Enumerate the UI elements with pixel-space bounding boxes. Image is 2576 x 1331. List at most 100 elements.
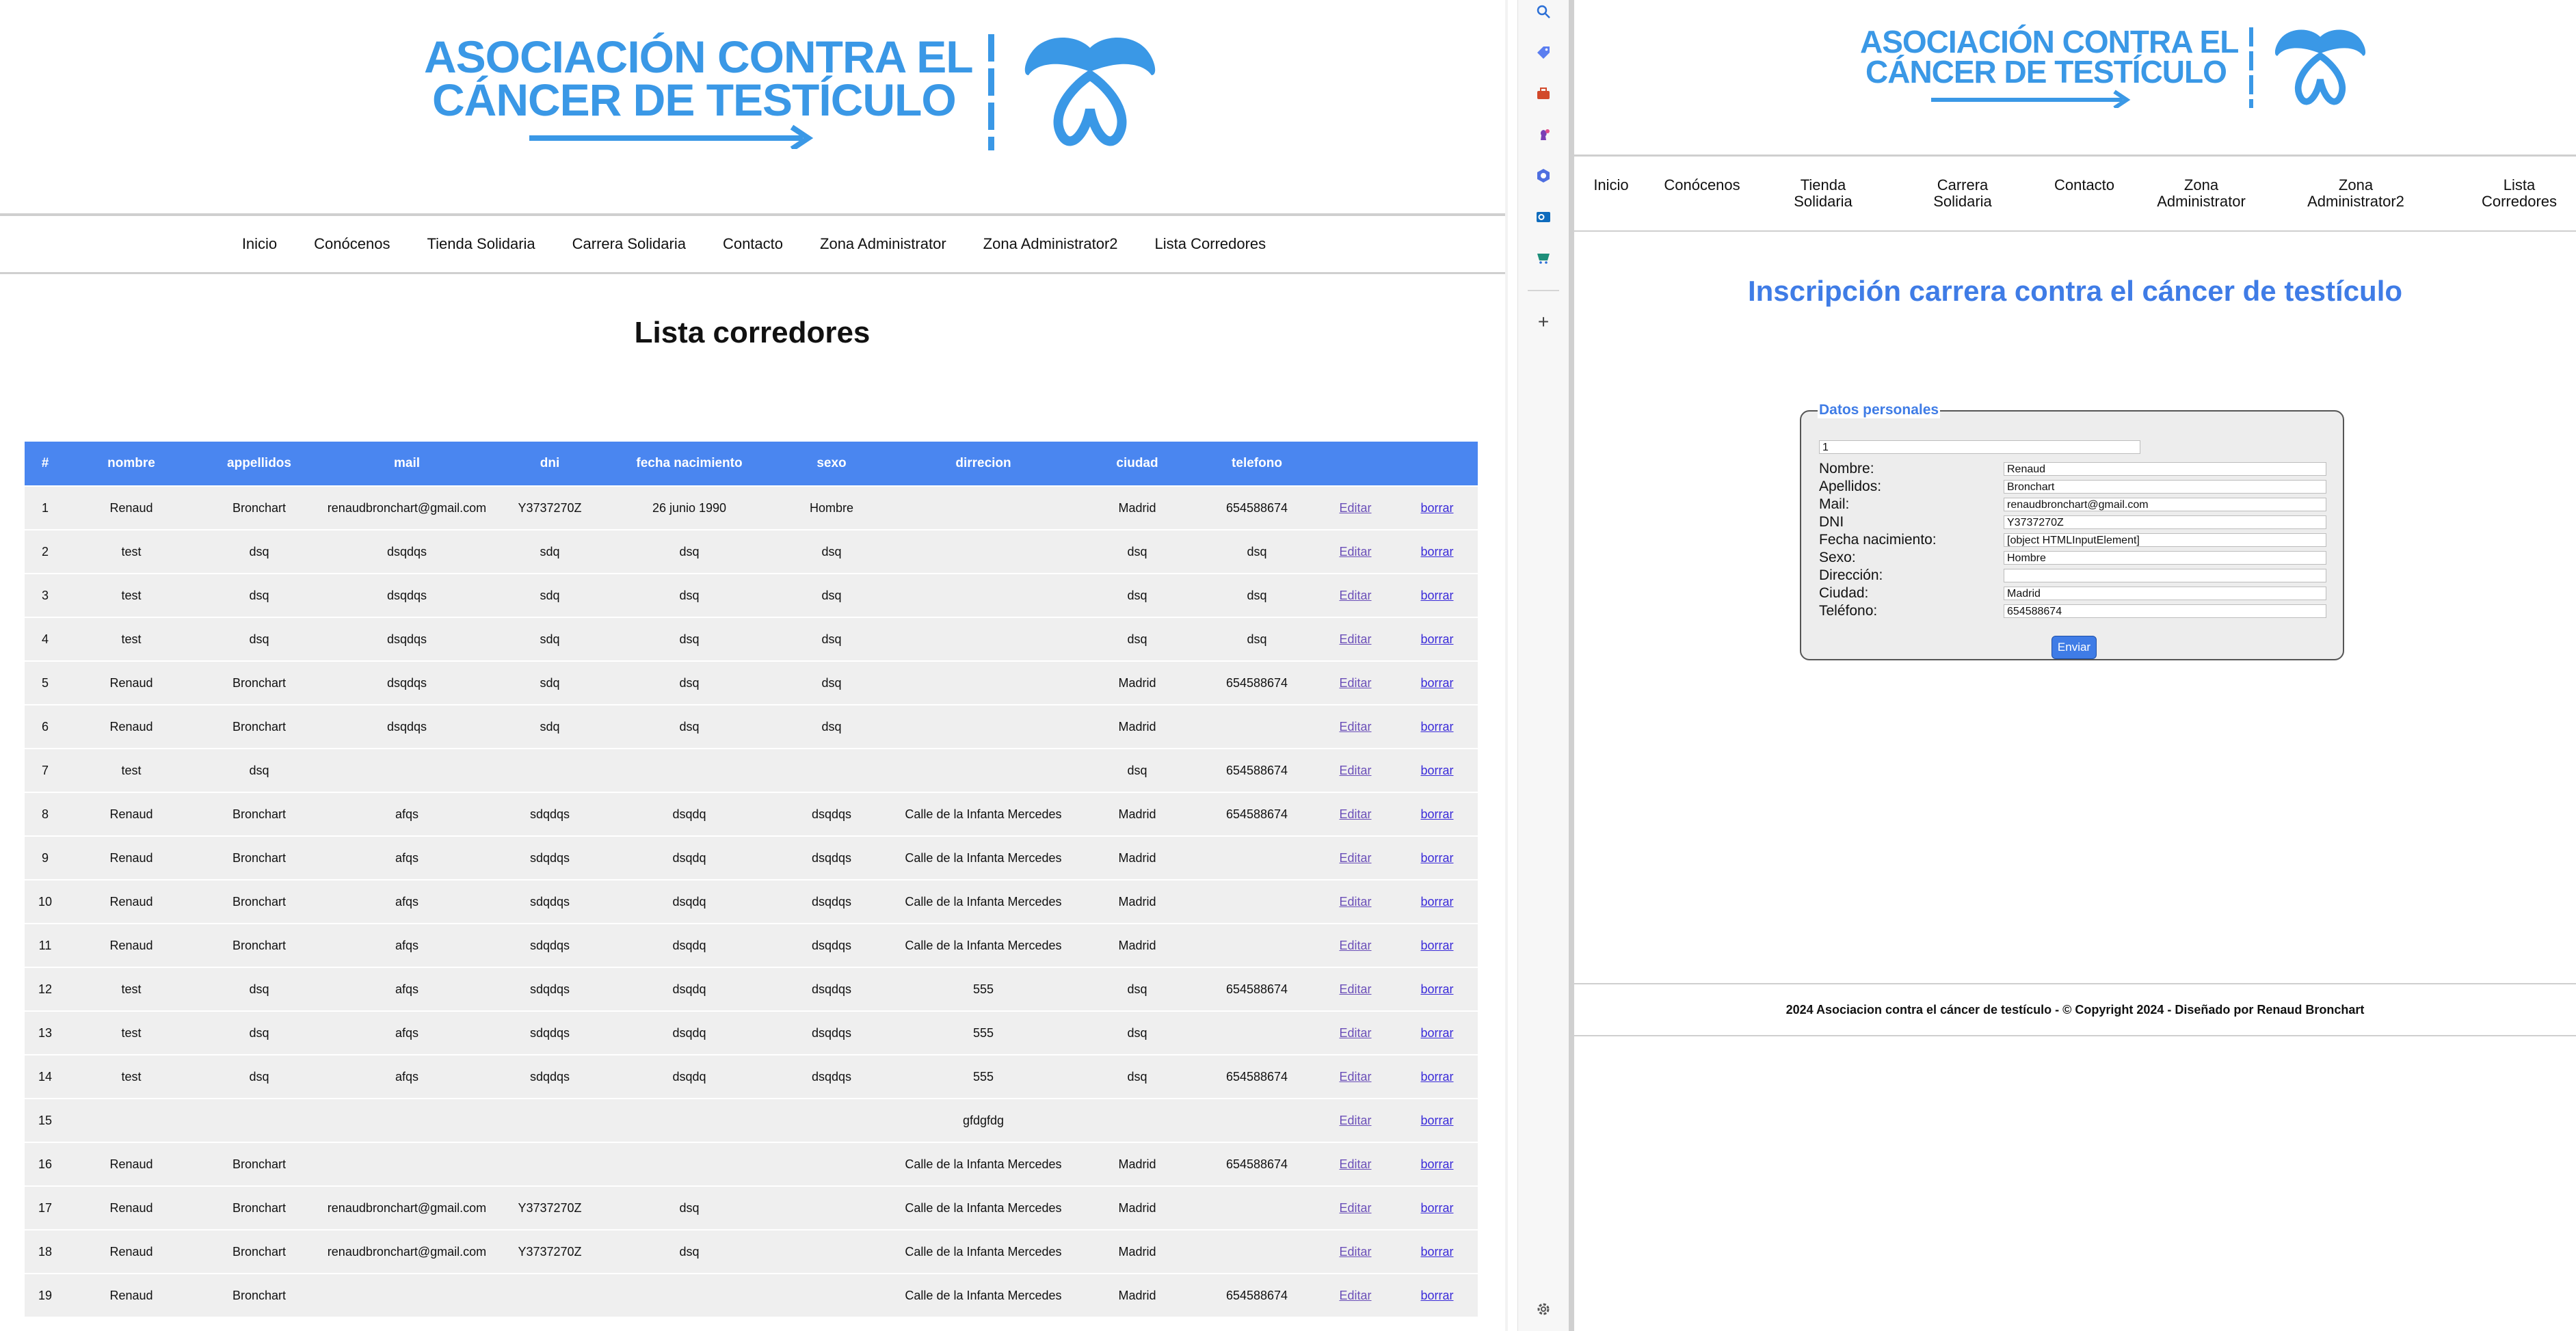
field-input[interactable] <box>2004 569 2326 582</box>
toolbox-icon[interactable] <box>1533 83 1554 104</box>
nav-zona-administrator2[interactable]: Zona Administrator2 <box>983 235 1118 253</box>
nav-inicio[interactable]: Inicio <box>1584 176 1638 193</box>
table-cell <box>892 485 1075 530</box>
edit-link[interactable]: Editar <box>1339 676 1371 690</box>
table-cell: sdq <box>492 573 607 617</box>
delete-link[interactable]: borrar <box>1420 939 1453 952</box>
edit-link[interactable]: Editar <box>1339 895 1371 909</box>
field-input[interactable]: renaudbronchart@gmail.com <box>2004 498 2326 511</box>
delete-cell: borrar <box>1396 1142 1478 1186</box>
copilot-icon[interactable] <box>1533 165 1554 186</box>
delete-link[interactable]: borrar <box>1420 589 1453 602</box>
edit-link[interactable]: Editar <box>1339 589 1371 602</box>
delete-link[interactable]: borrar <box>1420 1070 1453 1084</box>
delete-link[interactable]: borrar <box>1420 851 1453 865</box>
nav-tienda-solidaria[interactable]: Tienda Solidaria <box>427 235 535 253</box>
delete-link[interactable]: borrar <box>1420 1289 1453 1302</box>
table-cell: 13 <box>25 1010 66 1055</box>
delete-link[interactable]: borrar <box>1420 676 1453 690</box>
nav-conocenos[interactable]: Conócenos <box>1658 176 1747 193</box>
edit-link[interactable]: Editar <box>1339 1289 1371 1302</box>
edit-link[interactable]: Editar <box>1339 545 1371 559</box>
table-cell <box>607 748 771 792</box>
edit-link[interactable]: Editar <box>1339 851 1371 865</box>
delete-link[interactable]: borrar <box>1420 764 1453 777</box>
tag-icon[interactable] <box>1533 42 1554 63</box>
submit-button[interactable]: Enviar <box>2051 636 2097 659</box>
edit-link[interactable]: Editar <box>1339 1026 1371 1040</box>
nav-lista-corredores[interactable]: Lista Corredores <box>1155 235 1266 253</box>
settings-icon[interactable] <box>1533 1299 1554 1319</box>
delete-cell: borrar <box>1396 1098 1478 1142</box>
edit-link[interactable]: Editar <box>1339 1070 1371 1084</box>
site-logo[interactable]: ASOCIACIÓN CONTRA EL CÁNCER DE TESTÍCULO <box>424 34 1158 150</box>
table-cell: sdqdqs <box>492 923 607 967</box>
edit-link[interactable]: Editar <box>1339 1157 1371 1171</box>
edit-cell: Editar <box>1314 704 1396 749</box>
edit-link[interactable]: Editar <box>1339 1201 1371 1215</box>
delete-link[interactable]: borrar <box>1420 501 1453 515</box>
table-cell: 555 <box>892 1054 1075 1099</box>
nav-contacto[interactable]: Contacto <box>723 235 783 253</box>
field-input[interactable]: [object HTMLInputElement] <box>2004 533 2326 547</box>
site-logo[interactable]: ASOCIACIÓN CONTRA EL CÁNCER DE TESTÍCULO <box>1860 26 2368 108</box>
table-cell: dsqdq <box>607 1054 771 1099</box>
nav-conocenos[interactable]: Conócenos <box>314 235 390 253</box>
nav-zona-administrator2[interactable]: Zona Administrator2 <box>2298 176 2414 210</box>
field-input[interactable]: Madrid <box>2004 587 2326 600</box>
field-input[interactable]: Bronchart <box>2004 480 2326 494</box>
table-cell <box>1199 1098 1314 1142</box>
delete-link[interactable]: borrar <box>1420 1201 1453 1215</box>
table-cell: Madrid <box>1075 1229 1199 1274</box>
delete-link[interactable]: borrar <box>1420 1157 1453 1171</box>
nav-carrera-solidaria[interactable]: Carrera Solidaria <box>572 235 686 253</box>
split-divider[interactable] <box>1569 0 1574 1331</box>
nav-tienda-solidaria[interactable]: Tienda Solidaria <box>1782 176 1864 210</box>
table-cell: 5 <box>25 660 66 705</box>
delete-link[interactable]: borrar <box>1420 807 1453 821</box>
id-field[interactable]: 1 <box>1819 440 2140 454</box>
edit-link[interactable]: Editar <box>1339 939 1371 952</box>
nav-lista-corredores[interactable]: Lista Corredores <box>2471 176 2567 210</box>
edit-link[interactable]: Editar <box>1339 764 1371 777</box>
delete-cell: borrar <box>1396 485 1478 530</box>
nav-contacto[interactable]: Contacto <box>2043 176 2125 193</box>
add-icon[interactable]: + <box>1533 311 1554 332</box>
delete-link[interactable]: borrar <box>1420 545 1453 559</box>
shopping-icon[interactable] <box>1533 247 1554 268</box>
nav-zona-administrator[interactable]: Zona Administrator <box>820 235 946 253</box>
edit-link[interactable]: Editar <box>1339 720 1371 734</box>
edit-link[interactable]: Editar <box>1339 501 1371 515</box>
delete-link[interactable]: borrar <box>1420 720 1453 734</box>
delete-cell: borrar <box>1396 1010 1478 1055</box>
field-input[interactable]: Hombre <box>2004 551 2326 565</box>
field-label: Dirección: <box>1819 567 1883 583</box>
chess-icon[interactable] <box>1533 124 1554 145</box>
delete-link[interactable]: borrar <box>1420 895 1453 909</box>
edit-cell: Editar <box>1314 748 1396 792</box>
edit-link[interactable]: Editar <box>1339 1245 1371 1259</box>
main-nav: Inicio Conócenos Tienda Solidaria Carrer… <box>0 213 1508 274</box>
delete-cell: borrar <box>1396 704 1478 749</box>
field-input[interactable]: 654588674 <box>2004 604 2326 618</box>
nav-inicio[interactable]: Inicio <box>242 235 277 253</box>
nav-zona-administrator[interactable]: Zona Administrator <box>2150 176 2253 210</box>
edit-link[interactable]: Editar <box>1339 1114 1371 1127</box>
table-cell: Madrid <box>1075 835 1199 880</box>
delete-link[interactable]: borrar <box>1420 1114 1453 1127</box>
edit-link[interactable]: Editar <box>1339 807 1371 821</box>
delete-link[interactable]: borrar <box>1420 632 1453 646</box>
field-input[interactable]: Renaud <box>2004 462 2326 476</box>
delete-link[interactable]: borrar <box>1420 1245 1453 1259</box>
nav-carrera-solidaria[interactable]: Carrera Solidaria <box>1922 176 2004 210</box>
outlook-icon[interactable] <box>1533 206 1554 227</box>
edit-link[interactable]: Editar <box>1339 982 1371 996</box>
table-cell <box>607 1273 771 1317</box>
delete-link[interactable]: borrar <box>1420 1026 1453 1040</box>
table-cell: 654588674 <box>1199 485 1314 530</box>
delete-cell: borrar <box>1396 1185 1478 1230</box>
field-input[interactable]: Y3737270Z <box>2004 515 2326 529</box>
edit-link[interactable]: Editar <box>1339 632 1371 646</box>
search-icon[interactable] <box>1533 1 1554 22</box>
delete-link[interactable]: borrar <box>1420 982 1453 996</box>
